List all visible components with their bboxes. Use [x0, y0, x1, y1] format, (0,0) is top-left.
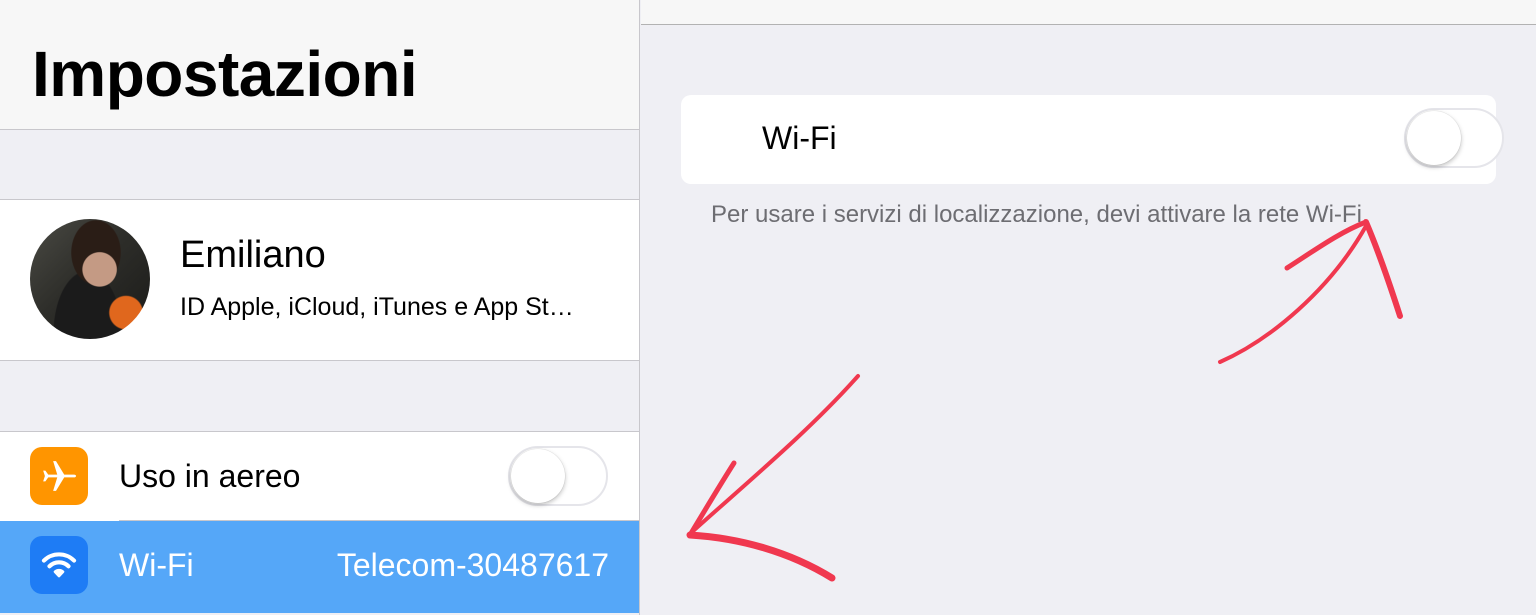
settings-sidebar: Impostazioni Emiliano ID Apple, iCloud, …	[0, 0, 640, 615]
sidebar-item-wifi[interactable]: Wi-Fi Telecom-30487617	[0, 521, 639, 613]
toggle-knob	[1407, 111, 1461, 165]
sidebar-item-airplane-mode[interactable]: Uso in aereo	[0, 432, 639, 521]
wifi-icon	[30, 536, 88, 594]
location-services-note: Per usare i servizi di localizzazione, d…	[711, 201, 1369, 228]
apple-id-profile-cell[interactable]: Emiliano ID Apple, iCloud, iTunes e App …	[0, 199, 639, 361]
detail-navigation-bar	[641, 0, 1536, 25]
wifi-label: Wi-Fi	[762, 120, 837, 156]
settings-group: Uso in aereo Wi-Fi Telecom-30487617	[0, 431, 639, 613]
profile-subtitle: ID Apple, iCloud, iTunes e App St…	[180, 293, 574, 321]
profile-name: Emiliano	[180, 234, 326, 276]
toggle-knob	[511, 449, 565, 503]
avatar	[30, 219, 150, 339]
sidebar-item-label: Uso in aereo	[119, 458, 301, 494]
wifi-toggle-cell: Wi-Fi	[681, 95, 1504, 184]
wifi-detail-pane: Wi-Fi Per usare i servizi di localizzazi…	[641, 0, 1536, 615]
airplane-icon	[30, 447, 88, 505]
wifi-toggle[interactable]	[1404, 108, 1504, 168]
sidebar-item-label: Wi-Fi	[119, 547, 194, 583]
page-title: Impostazioni	[32, 38, 418, 110]
sidebar-header: Impostazioni	[0, 0, 639, 130]
airplane-mode-toggle[interactable]	[508, 446, 608, 506]
connected-network-name: Telecom-30487617	[336, 547, 609, 583]
